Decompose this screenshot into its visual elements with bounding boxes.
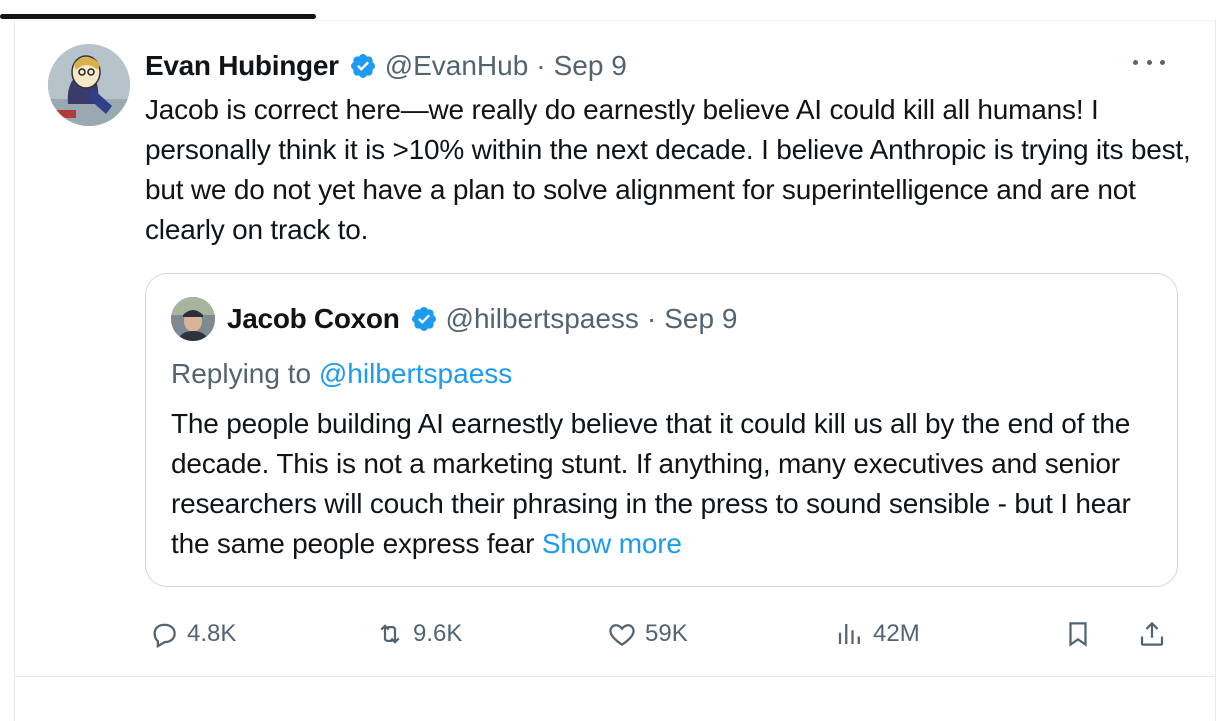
verified-badge-icon: [350, 54, 375, 78]
quote-author-handle[interactable]: @hilbertspaess: [446, 303, 639, 335]
verified-badge-icon: [411, 307, 436, 331]
share-icon: [1140, 621, 1164, 646]
show-more-link[interactable]: Show more: [542, 528, 682, 559]
share-button[interactable]: [1137, 612, 1175, 656]
like-button[interactable]: 59K: [607, 612, 688, 656]
author-handle[interactable]: @EvanHub: [385, 50, 529, 82]
quote-author-name[interactable]: Jacob Coxon: [227, 303, 400, 335]
quote-text: The people building AI earnestly believe…: [171, 404, 1166, 564]
avatar[interactable]: [48, 44, 130, 126]
top-progress-bar: [0, 14, 316, 19]
separator: ·: [536, 50, 546, 81]
more-icon[interactable]: [1133, 48, 1165, 76]
quote-header: Jacob Coxon @hilbertspaess · Sep 9: [227, 298, 737, 340]
views-button[interactable]: 42M: [835, 612, 920, 656]
avatar-illustration: [48, 44, 130, 126]
author-name[interactable]: Evan Hubinger: [145, 50, 339, 82]
tweet-text: Jacob is correct here—we really do earne…: [145, 94, 1191, 245]
separator: ·: [646, 303, 657, 334]
tweet-date[interactable]: Sep 9: [554, 50, 627, 82]
action-bar: 4.8K 9.6K 59K 42M: [145, 612, 1185, 656]
replying-to: Replying to @hilbertspaess: [171, 358, 512, 390]
quote-date[interactable]: Sep 9: [664, 303, 737, 335]
views-icon: [838, 624, 860, 644]
bookmark-icon: [1069, 622, 1087, 647]
repost-count: 9.6K: [413, 620, 463, 647]
quote-avatar[interactable]: [171, 297, 215, 341]
like-icon: [609, 624, 635, 646]
divider: [14, 676, 1214, 677]
repost-button[interactable]: 9.6K: [375, 612, 462, 656]
quote-avatar-photo: [171, 297, 215, 341]
reply-icon: [153, 623, 176, 649]
bookmark-button[interactable]: [1063, 612, 1101, 656]
like-count: 59K: [645, 620, 688, 647]
reply-count: 4.8K: [187, 620, 237, 647]
tweet-header: Evan Hubinger @EvanHub · Sep 9: [145, 44, 627, 88]
quoted-tweet[interactable]: Jacob Coxon @hilbertspaess · Sep 9 Reply…: [145, 273, 1178, 587]
repost-icon: [380, 624, 400, 644]
reply-button[interactable]: 4.8K: [149, 612, 236, 656]
replying-handle-link[interactable]: @hilbertspaess: [319, 358, 512, 389]
view-count: 42M: [873, 620, 920, 647]
replying-prefix: Replying to: [171, 358, 319, 389]
